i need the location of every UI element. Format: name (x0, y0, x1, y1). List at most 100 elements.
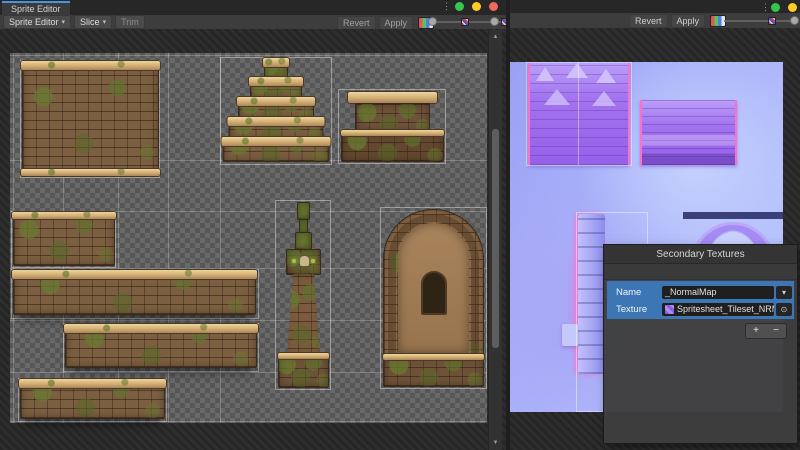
chevron-down-icon: ▾ (782, 288, 786, 297)
pyramid-capstones (262, 57, 290, 68)
pyramid-capstones (226, 116, 325, 127)
arch-base-ledge (382, 353, 485, 361)
sprite-arch-doorway[interactable] (383, 209, 484, 387)
pillar-base (278, 354, 329, 388)
pyramid-capstones (220, 136, 331, 147)
panel-title-label: Secondary Textures (656, 249, 744, 260)
left-window-tabbar: Sprite Editor ⋮ (0, 0, 506, 15)
zoom-mip-sliders (428, 15, 506, 29)
texture-row: Texture Spritesheet_Tileset_NRM ⊙ (607, 301, 794, 317)
remove-entry-button[interactable]: − (766, 324, 786, 338)
sprite-ledge-middle[interactable] (65, 325, 257, 368)
revert-button[interactable]: Revert (629, 14, 668, 28)
nm-grid-line (578, 62, 579, 165)
scroll-up-icon[interactable]: ▲ (489, 32, 502, 42)
left-toolbar: Sprite Editor ▾ Slice ▾ Trim Revert Appl… (0, 15, 506, 30)
name-dropdown-arrow[interactable]: ▾ (776, 286, 792, 299)
name-dropdown[interactable]: _NormalMap (662, 286, 774, 299)
sprite-wall-strip[interactable] (13, 213, 115, 266)
pyramid-capstones (236, 96, 316, 107)
texture-label: Texture (607, 304, 662, 315)
nm-platform-block (640, 100, 737, 165)
chevron-down-icon: ▾ (62, 19, 66, 26)
scroll-down-icon[interactable]: ▼ (489, 438, 502, 448)
sprite-editor-menu-button[interactable]: Sprite Editor ▾ (3, 15, 71, 29)
pyramid-capstones (248, 76, 304, 87)
arch-niche-window (421, 271, 447, 315)
arch-base-plinth (383, 355, 484, 387)
window-menu-icon[interactable]: ⋮ (442, 1, 451, 11)
add-entry-button[interactable]: + (746, 324, 766, 338)
list-add-remove-box: + − (745, 323, 787, 339)
trim-label: Trim (121, 17, 139, 27)
pyramid-tier (222, 138, 329, 162)
tab-sprite-editor[interactable]: Sprite Editor (2, 1, 70, 15)
name-row: Name _NormalMap ▾ (607, 284, 794, 300)
grid-line (10, 55, 487, 56)
sprite-altar-platform[interactable] (341, 91, 444, 162)
sprite-stone-wall-large[interactable] (22, 62, 159, 176)
pillar-spire (299, 219, 308, 233)
apply-label: Apply (385, 18, 408, 28)
wall-strip-capstones (11, 211, 117, 220)
sprite-editor-menu-label: Sprite Editor (9, 17, 59, 27)
glow-eye-icon (292, 259, 296, 263)
zoom-mip-sliders (724, 13, 800, 28)
trim-button[interactable]: Trim (115, 15, 145, 29)
window-dot-red-icon[interactable] (489, 2, 498, 11)
object-picker-icon: ⊙ (781, 305, 788, 314)
apply-button[interactable]: Apply (671, 14, 706, 28)
pillar-skull-capital (286, 249, 321, 275)
secondary-texture-entry[interactable]: Name _NormalMap ▾ Texture Spritesheet_Ti… (607, 281, 794, 319)
sprite-stepped-pyramid[interactable] (222, 59, 329, 162)
nm-arch-band (683, 212, 783, 219)
scrollbar-thumb[interactable] (492, 129, 499, 348)
apply-button[interactable]: Apply (379, 16, 414, 30)
ledge-capstones (18, 378, 167, 389)
panel-header-row (604, 264, 797, 280)
texture-thumbnail-icon (665, 305, 674, 314)
revert-label: Revert (343, 18, 370, 28)
name-value: _NormalMap (665, 287, 717, 297)
revert-label: Revert (635, 16, 662, 26)
ledge-capstones (63, 323, 259, 334)
vertical-scrollbar[interactable]: ▲ ▼ (488, 30, 502, 450)
apply-label: Apply (677, 16, 700, 26)
skull-icon (300, 256, 309, 266)
zoom-slider-knob[interactable] (790, 16, 799, 25)
window-menu-icon[interactable]: ⋮ (761, 2, 770, 12)
pillar-spire (297, 202, 310, 220)
right-window-tabbar: ⋮ (510, 0, 800, 13)
zoom-slider-knob[interactable] (428, 17, 437, 26)
tab-label: Sprite Editor (11, 4, 61, 14)
wall-base-stones (20, 168, 161, 177)
slice-menu-label: Slice (80, 17, 100, 27)
sprite-carved-pillar[interactable] (278, 202, 329, 388)
object-picker-button[interactable]: ⊙ (776, 303, 792, 316)
nm-sprite-outline (526, 62, 632, 166)
ledge-capstones (11, 269, 258, 280)
sprite-ledge-short[interactable] (20, 380, 165, 419)
left-toolbar-right-cluster: Revert Apply (334, 16, 434, 30)
window-dot-green-icon[interactable] (455, 2, 464, 11)
left-texture-viewport[interactable]: ▲ ▼ (0, 29, 506, 450)
panel-title: Secondary Textures (604, 245, 797, 264)
window-dot-green-icon[interactable] (771, 3, 780, 12)
pillar-spire (295, 232, 312, 250)
right-toolbar: Revert Apply (510, 13, 800, 29)
window-dot-yellow-icon[interactable] (472, 2, 481, 11)
texture-value: Spritesheet_Tileset_NRM (677, 304, 774, 314)
pillar-shaft (285, 274, 322, 358)
revert-button[interactable]: Revert (337, 16, 376, 30)
right-toolbar-cluster: Revert Apply (626, 14, 726, 28)
slider-track[interactable] (724, 20, 798, 22)
mip-texture-small-icon (461, 18, 469, 26)
name-label: Name (607, 287, 662, 298)
window-dot-yellow-icon[interactable] (788, 3, 797, 12)
mip-slider-knob[interactable] (490, 17, 499, 26)
altar-base-block (341, 131, 444, 162)
slice-menu-button[interactable]: Slice ▾ (74, 15, 112, 29)
texture-object-field[interactable]: Spritesheet_Tileset_NRM (662, 303, 774, 316)
mip-texture-small-icon (768, 17, 776, 25)
sprite-ledge-long[interactable] (13, 271, 256, 315)
